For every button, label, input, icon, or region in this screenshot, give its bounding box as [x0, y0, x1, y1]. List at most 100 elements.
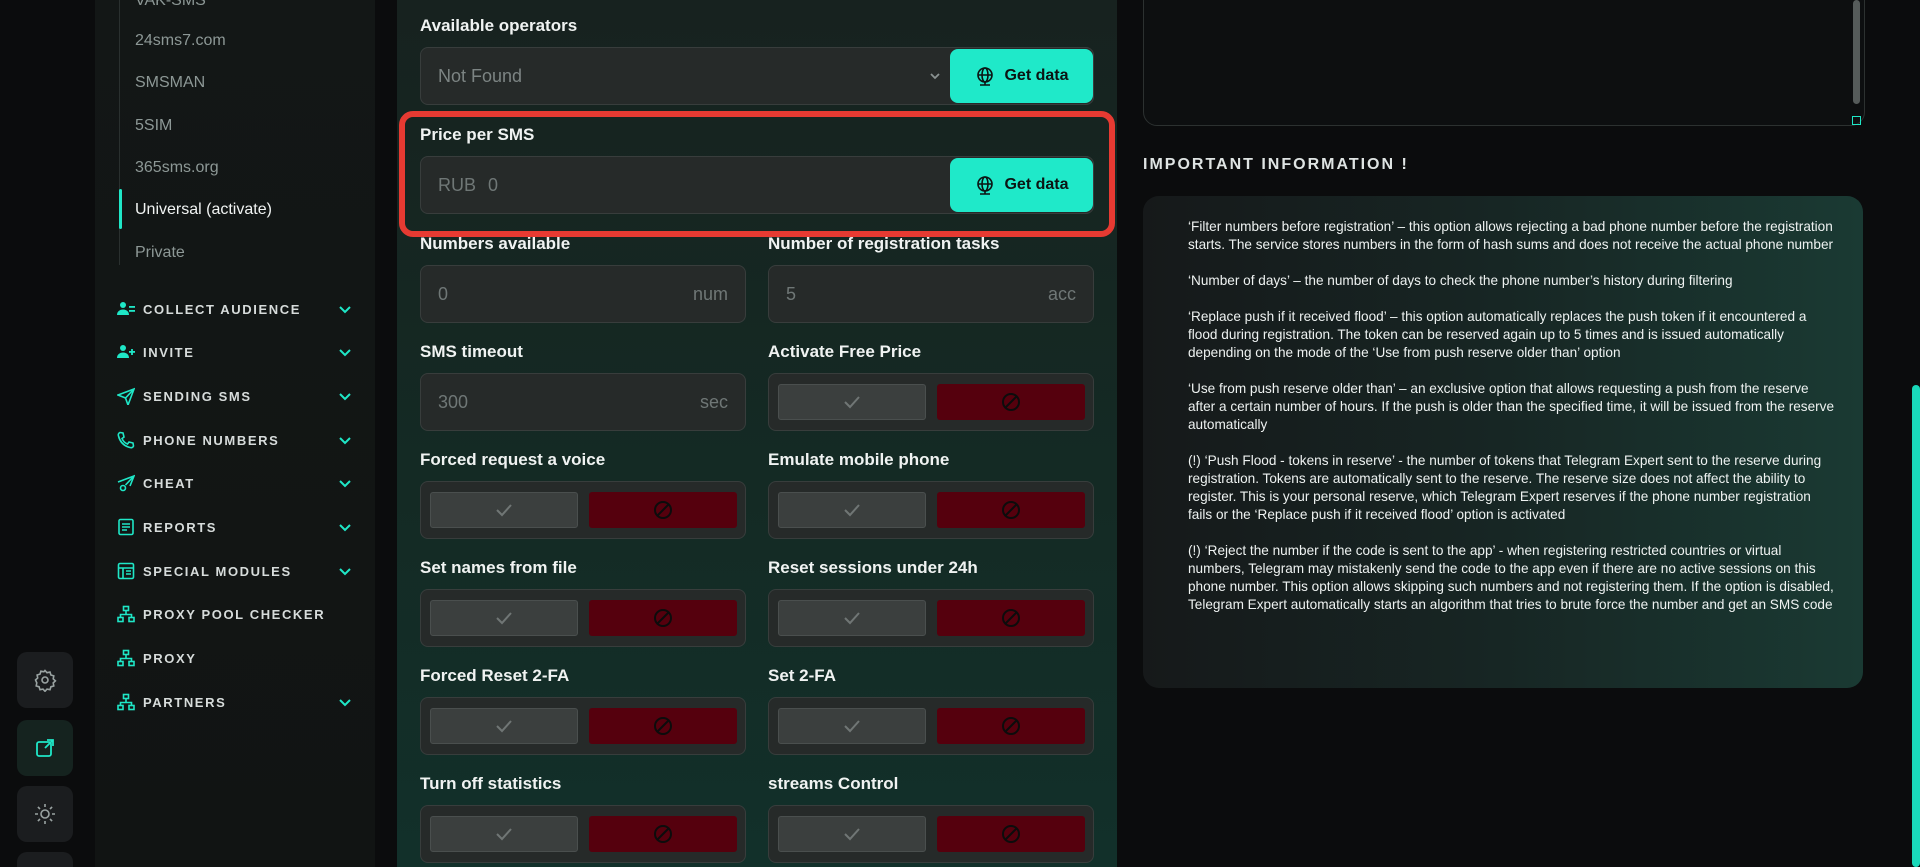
check-icon: [844, 720, 860, 733]
set-names-label: Set names from file: [420, 558, 577, 577]
forbidden-icon: [1002, 393, 1020, 411]
set-2fa-label: Set 2-FA: [768, 666, 837, 685]
active-indicator: [119, 189, 122, 229]
toggle-no-button[interactable]: [937, 492, 1085, 528]
turn-off-statistics-label: Turn off statistics: [420, 774, 562, 793]
reset-sessions-label: Reset sessions under 24h: [768, 558, 978, 577]
sms-timeout-value: 300: [438, 391, 469, 412]
forbidden-icon: [1002, 609, 1020, 627]
check-icon: [496, 612, 512, 625]
nav-label: PROXY POOL CHECKER: [143, 606, 326, 622]
textarea-resize-handle[interactable]: [1852, 116, 1861, 125]
nav-label: SPECIAL MODULES: [143, 563, 292, 579]
numbers-textarea[interactable]: [1143, 0, 1865, 126]
sms-timeout-input[interactable]: 300 sec: [420, 373, 746, 431]
toggle-yes-button[interactable]: [778, 708, 926, 744]
sidebar-subitem-universal[interactable]: Universal (activate): [135, 201, 272, 219]
nav-partners[interactable]: PARTNERS: [117, 691, 353, 713]
toggle-yes-button[interactable]: [430, 816, 578, 852]
toggle-yes-button[interactable]: [430, 600, 578, 636]
info-paragraph: ‘Replace push if it received flood’ – th…: [1188, 309, 1807, 360]
forbidden-icon: [654, 717, 672, 735]
theme-toggle-button[interactable]: [17, 786, 73, 842]
info-paragraph: ‘Use from push reserve older than’ – an …: [1188, 381, 1835, 432]
activate-free-price-toggle: [768, 373, 1094, 431]
sidebar-subitem-5sim[interactable]: 5SIM: [135, 117, 172, 135]
toggle-no-button[interactable]: [589, 492, 737, 528]
toggle-yes-button[interactable]: [778, 384, 926, 420]
toggle-yes-button[interactable]: [778, 816, 926, 852]
nav-proxy-pool-checker[interactable]: PROXY POOL CHECKER: [117, 603, 353, 625]
streams-control-label: streams Control: [768, 774, 899, 793]
forced-reset-2fa-label: Forced Reset 2-FA: [420, 666, 570, 685]
nav-reports[interactable]: REPORTS: [117, 516, 353, 538]
forbidden-icon: [1002, 717, 1020, 735]
nav-sending-sms[interactable]: SENDING SMS: [117, 385, 353, 407]
check-icon: [844, 612, 860, 625]
sidebar-subitem-smsman[interactable]: SMSMAN: [135, 74, 205, 92]
operators-value: Not Found: [438, 65, 523, 86]
nav-invite[interactable]: INVITE: [117, 341, 353, 363]
nav-collect-audience[interactable]: COLLECT AUDIENCE: [117, 298, 353, 320]
page-scrollbar[interactable]: [1912, 385, 1920, 867]
toggle-no-button[interactable]: [937, 384, 1085, 420]
sms-timeout-label: SMS timeout: [420, 342, 523, 361]
info-paragraph: ‘Number of days’ – the number of days to…: [1188, 273, 1733, 288]
forbidden-icon: [654, 501, 672, 519]
nav-special-modules[interactable]: SPECIAL MODULES: [117, 560, 353, 582]
report-icon: [117, 518, 135, 536]
toggle-yes-button[interactable]: [430, 492, 578, 528]
reg-tasks-value: 5: [786, 283, 797, 304]
chevron-down-icon: [339, 524, 351, 532]
toggle-no-button[interactable]: [937, 708, 1085, 744]
set-names-toggle: [420, 589, 746, 647]
toggle-yes-button[interactable]: [778, 600, 926, 636]
forced-voice-label: Forced request a voice: [420, 450, 606, 469]
chevron-down-icon: [339, 349, 351, 357]
toggle-no-button[interactable]: [937, 600, 1085, 636]
textarea-scrollbar[interactable]: [1853, 0, 1860, 104]
settings-button[interactable]: [17, 652, 73, 708]
open-external-button[interactable]: [17, 720, 73, 776]
settings-gear-icon: [34, 669, 57, 692]
info-paragraph: (!) ‘Reject the number if the code is se…: [1188, 543, 1834, 612]
forbidden-icon: [654, 825, 672, 843]
rail-extra-button[interactable]: [17, 852, 73, 867]
numbers-available-input[interactable]: 0 num: [420, 265, 746, 323]
nav-label: COLLECT AUDIENCE: [143, 301, 302, 317]
chevron-down-icon: [339, 437, 351, 445]
nav-proxy[interactable]: PROXY: [117, 647, 353, 669]
chevron-down-icon: [339, 568, 351, 576]
reg-tasks-input[interactable]: 5 acc: [768, 265, 1094, 323]
plane-gear-icon: [117, 474, 135, 492]
toggle-no-button[interactable]: [589, 816, 737, 852]
network-icon: [117, 605, 135, 623]
globe-icon: [977, 67, 994, 86]
nav-phone-numbers[interactable]: PHONE NUMBERS: [117, 429, 353, 451]
check-icon: [844, 396, 860, 409]
nav-label: REPORTS: [143, 519, 218, 535]
user-add-icon: [117, 343, 135, 361]
nav-cheat[interactable]: CHEAT: [117, 472, 353, 494]
check-icon: [844, 828, 860, 841]
numbers-available-label: Numbers available: [420, 234, 571, 253]
sidebar-subitem-private[interactable]: Private: [135, 244, 185, 262]
reg-tasks-label: Number of registration tasks: [768, 234, 1000, 253]
sidebar-subitem-vak-sms[interactable]: VAK-SMS: [135, 0, 206, 10]
sidebar-subitem-365sms[interactable]: 365sms.org: [135, 159, 219, 177]
sidebar-subitem-24sms7[interactable]: 24sms7.com: [135, 32, 226, 50]
operators-get-data-button[interactable]: Get data: [950, 49, 1093, 103]
toggle-no-button[interactable]: [937, 816, 1085, 852]
nav-label: INVITE: [143, 344, 195, 360]
chevron-down-icon: [930, 73, 940, 80]
toggle-no-button[interactable]: [589, 600, 737, 636]
open-external-icon: [36, 739, 54, 757]
activate-free-price-label: Activate Free Price: [768, 342, 922, 361]
check-icon: [496, 504, 512, 517]
paper-plane-icon: [117, 387, 135, 405]
forced-voice-toggle: [420, 481, 746, 539]
info-box: ‘Filter numbers before registration’ – t…: [1143, 196, 1863, 688]
toggle-no-button[interactable]: [589, 708, 737, 744]
toggle-yes-button[interactable]: [778, 492, 926, 528]
toggle-yes-button[interactable]: [430, 708, 578, 744]
